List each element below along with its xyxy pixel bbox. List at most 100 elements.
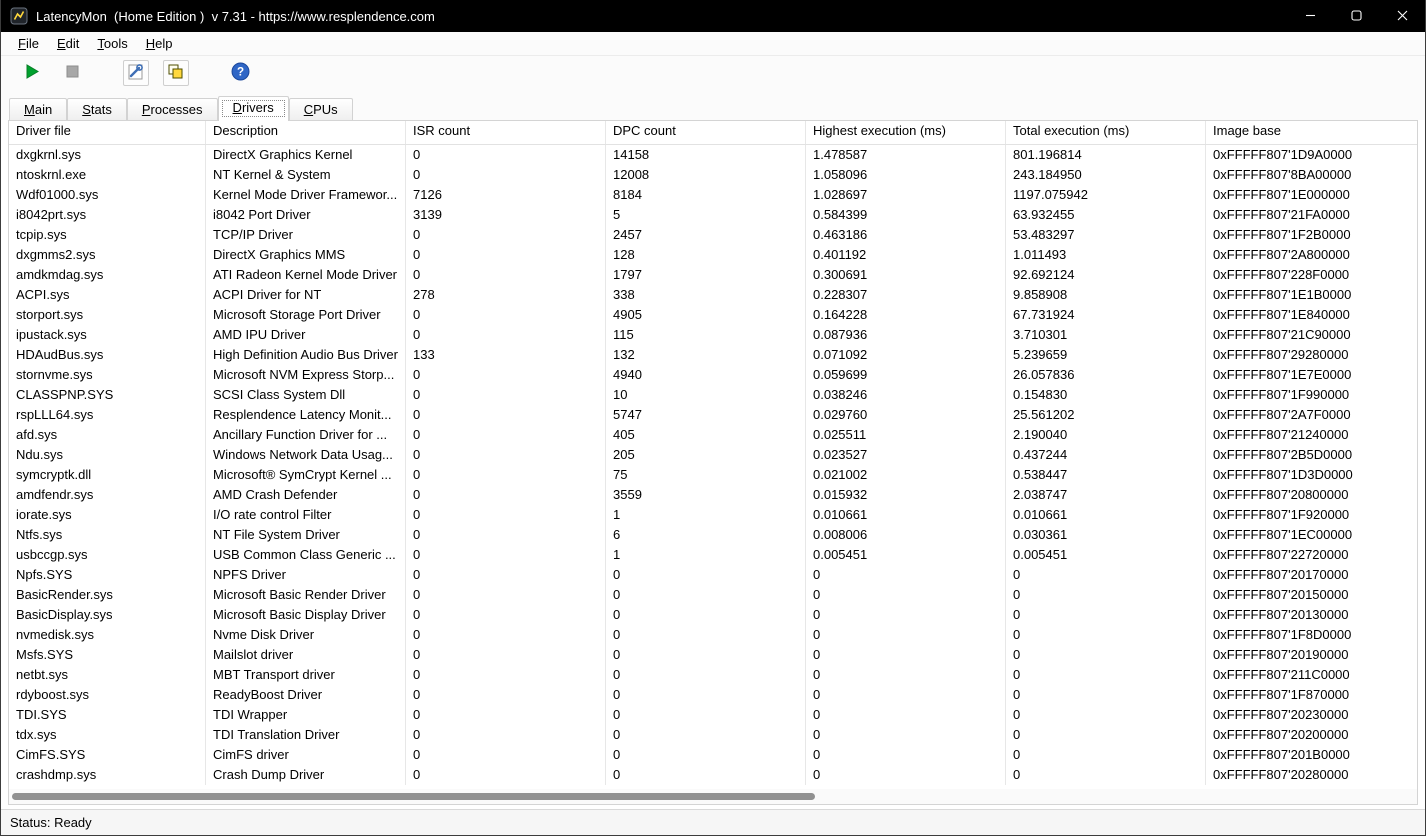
table-row[interactable]: rdyboost.sysReadyBoost Driver00000xFFFFF…	[9, 685, 1417, 705]
column-header[interactable]: Driver file	[9, 121, 206, 144]
table-cell: 0	[406, 485, 606, 505]
table-row[interactable]: dxgkrnl.sysDirectX Graphics Kernel014158…	[9, 145, 1417, 165]
table-row[interactable]: storport.sysMicrosoft Storage Port Drive…	[9, 305, 1417, 325]
column-header[interactable]: Highest execution (ms)	[806, 121, 1006, 144]
table-cell: 0	[406, 305, 606, 325]
tab-drivers[interactable]: Drivers	[218, 96, 289, 121]
table-row[interactable]: tcpip.sysTCP/IP Driver024570.46318653.48…	[9, 225, 1417, 245]
table-cell: 338	[606, 285, 806, 305]
table-row[interactable]: i8042prt.sysi8042 Port Driver313950.5843…	[9, 205, 1417, 225]
menu-item-tools[interactable]: Tools	[88, 33, 136, 54]
table-row[interactable]: usbccgp.sysUSB Common Class Generic ...0…	[9, 545, 1417, 565]
table-cell: 0.008006	[806, 525, 1006, 545]
table-row[interactable]: CimFS.SYSCimFS driver00000xFFFFF807'201B…	[9, 745, 1417, 765]
table-cell: 53.483297	[1006, 225, 1206, 245]
table-row[interactable]: iorate.sysI/O rate control Filter010.010…	[9, 505, 1417, 525]
table-row[interactable]: afd.sysAncillary Function Driver for ...…	[9, 425, 1417, 445]
menu-item-file[interactable]: File	[9, 33, 48, 54]
table-cell: 278	[406, 285, 606, 305]
tab-cpus[interactable]: CPUs	[289, 98, 353, 120]
table-cell: 26.057836	[1006, 365, 1206, 385]
table-cell: amdkmdag.sys	[9, 265, 206, 285]
table-cell: 1797	[606, 265, 806, 285]
stop-icon	[66, 65, 79, 81]
table-cell: Resplendence Latency Monit...	[206, 405, 406, 425]
table-cell: ntoskrnl.exe	[9, 165, 206, 185]
options-button[interactable]	[123, 60, 149, 86]
table-cell: 0.437244	[1006, 445, 1206, 465]
table-cell: 0xFFFFF807'1D3D0000	[1206, 465, 1417, 485]
table-row[interactable]: Ndu.sysWindows Network Data Usag...02050…	[9, 445, 1417, 465]
table-row[interactable]: crashdmp.sysCrash Dump Driver00000xFFFFF…	[9, 765, 1417, 785]
table-cell: 0xFFFFF807'20280000	[1206, 765, 1417, 785]
column-header[interactable]: ISR count	[406, 121, 606, 144]
menu-item-help[interactable]: Help	[137, 33, 182, 54]
table-cell: 0	[806, 745, 1006, 765]
table-cell: 0	[806, 665, 1006, 685]
table-row[interactable]: ACPI.sysACPI Driver for NT2783380.228307…	[9, 285, 1417, 305]
copy-report-button[interactable]	[163, 60, 189, 86]
table-row[interactable]: ipustack.sysAMD IPU Driver01150.0879363.…	[9, 325, 1417, 345]
table-cell: 14158	[606, 145, 806, 165]
table-cell: storport.sys	[9, 305, 206, 325]
table-cell: 0	[406, 505, 606, 525]
table-row[interactable]: ntoskrnl.exeNT Kernel & System0120081.05…	[9, 165, 1417, 185]
stop-monitor-button[interactable]	[59, 60, 85, 86]
table-row[interactable]: rspLLL64.sysResplendence Latency Monit..…	[9, 405, 1417, 425]
table-row[interactable]: BasicDisplay.sysMicrosoft Basic Display …	[9, 605, 1417, 625]
minimize-button[interactable]	[1287, 0, 1333, 32]
horizontal-scrollbar[interactable]	[9, 789, 1417, 804]
column-header[interactable]: Image base	[1206, 121, 1417, 144]
table-row[interactable]: HDAudBus.sysHigh Definition Audio Bus Dr…	[9, 345, 1417, 365]
table-cell: 0.059699	[806, 365, 1006, 385]
window: LatencyMon (Home Edition ) v 7.31 - http…	[0, 0, 1426, 836]
table-cell: 0	[406, 585, 606, 605]
tab-bar: MainStatsProcessesDriversCPUs	[1, 90, 1425, 120]
close-button[interactable]	[1379, 0, 1425, 32]
table-cell: 0xFFFFF807'2A7F0000	[1206, 405, 1417, 425]
table-row[interactable]: CLASSPNP.SYSSCSI Class System Dll0100.03…	[9, 385, 1417, 405]
table-row[interactable]: nvmedisk.sysNvme Disk Driver00000xFFFFF8…	[9, 625, 1417, 645]
tab-main[interactable]: Main	[9, 98, 67, 120]
table-row[interactable]: TDI.SYSTDI Wrapper00000xFFFFF807'2023000…	[9, 705, 1417, 725]
table-cell: 1.011493	[1006, 245, 1206, 265]
column-header[interactable]: DPC count	[606, 121, 806, 144]
table-row[interactable]: Npfs.SYSNPFS Driver00000xFFFFF807'201700…	[9, 565, 1417, 585]
table-cell: 0	[606, 645, 806, 665]
column-header[interactable]: Description	[206, 121, 406, 144]
table-row[interactable]: amdfendr.sysAMD Crash Defender035590.015…	[9, 485, 1417, 505]
table-row[interactable]: dxgmms2.sysDirectX Graphics MMS01280.401…	[9, 245, 1417, 265]
hscrollbar-thumb[interactable]	[12, 793, 815, 800]
table-cell: ACPI Driver for NT	[206, 285, 406, 305]
tab-processes[interactable]: Processes	[127, 98, 218, 120]
table-row[interactable]: symcryptk.dllMicrosoft® SymCrypt Kernel …	[9, 465, 1417, 485]
table-row[interactable]: Ntfs.sysNT File System Driver060.0080060…	[9, 525, 1417, 545]
table-cell: 5747	[606, 405, 806, 425]
table-cell: Ndu.sys	[9, 445, 206, 465]
table-cell: 0	[406, 525, 606, 545]
menu-item-edit[interactable]: Edit	[48, 33, 88, 54]
table-row[interactable]: Wdf01000.sysKernel Mode Driver Framewor.…	[9, 185, 1417, 205]
table-row[interactable]: BasicRender.sysMicrosoft Basic Render Dr…	[9, 585, 1417, 605]
tab-stats[interactable]: Stats	[67, 98, 127, 120]
table-row[interactable]: tdx.sysTDI Translation Driver00000xFFFFF…	[9, 725, 1417, 745]
window-controls	[1287, 0, 1425, 32]
table-row[interactable]: Msfs.SYSMailslot driver00000xFFFFF807'20…	[9, 645, 1417, 665]
start-monitor-button[interactable]	[19, 60, 45, 86]
table-cell: i8042 Port Driver	[206, 205, 406, 225]
table-cell: 0xFFFFF807'8BA00000	[1206, 165, 1417, 185]
table-row[interactable]: amdkmdag.sysATI Radeon Kernel Mode Drive…	[9, 265, 1417, 285]
help-button[interactable]: ?	[227, 60, 253, 86]
table-cell: tcpip.sys	[9, 225, 206, 245]
table-cell: 0	[406, 425, 606, 445]
table-row[interactable]: netbt.sysMBT Transport driver00000xFFFFF…	[9, 665, 1417, 685]
table-row[interactable]: stornvme.sysMicrosoft NVM Express Storp.…	[9, 365, 1417, 385]
table-cell: NT File System Driver	[206, 525, 406, 545]
column-header[interactable]: Total execution (ms)	[1006, 121, 1206, 144]
table-cell: ipustack.sys	[9, 325, 206, 345]
maximize-button[interactable]	[1333, 0, 1379, 32]
table-cell: 0.087936	[806, 325, 1006, 345]
table-cell: 405	[606, 425, 806, 445]
table-cell: 0.463186	[806, 225, 1006, 245]
table-cell: Ntfs.sys	[9, 525, 206, 545]
